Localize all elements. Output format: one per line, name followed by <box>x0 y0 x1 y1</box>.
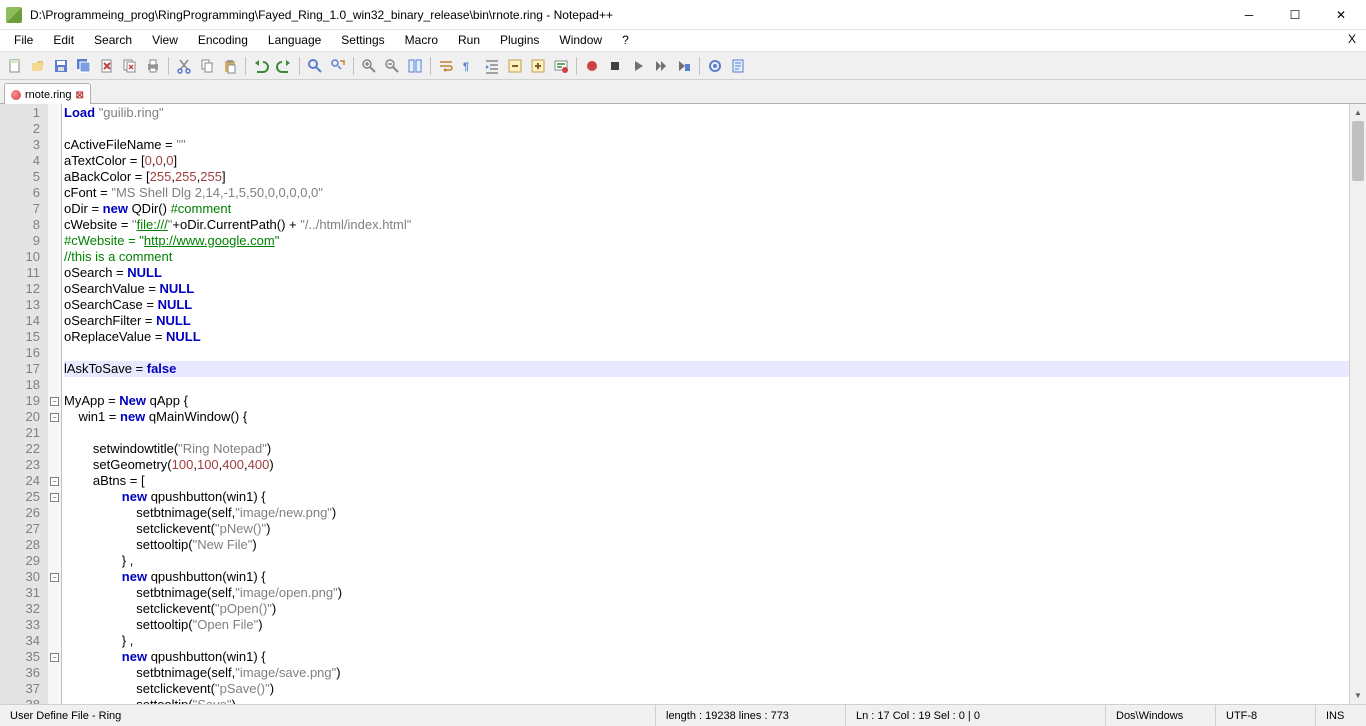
print-icon[interactable] <box>142 55 164 77</box>
fold-toggle-icon[interactable]: − <box>50 397 59 406</box>
menu-search[interactable]: Search <box>84 30 142 51</box>
menu-encoding[interactable]: Encoding <box>188 30 258 51</box>
scroll-track[interactable] <box>1350 121 1366 687</box>
fold-toggle-icon[interactable]: − <box>50 413 59 422</box>
menu-bar: File Edit Search View Encoding Language … <box>0 30 1366 52</box>
status-bar: User Define File - Ring length : 19238 l… <box>0 704 1366 726</box>
tab-modified-icon <box>11 90 21 100</box>
macro-save-icon[interactable] <box>673 55 695 77</box>
menu-close-x[interactable]: X <box>1342 30 1362 51</box>
allchars-icon[interactable]: ¶ <box>458 55 480 77</box>
status-language: User Define File - Ring <box>0 705 656 726</box>
undo-icon[interactable] <box>250 55 272 77</box>
indent-icon[interactable] <box>481 55 503 77</box>
scroll-thumb[interactable] <box>1352 121 1364 181</box>
status-encoding: UTF-8 <box>1216 705 1316 726</box>
fold-icon[interactable] <box>504 55 526 77</box>
scroll-up-icon[interactable]: ▲ <box>1350 104 1366 121</box>
fold-toggle-icon[interactable]: − <box>50 653 59 662</box>
macro-multi-icon[interactable] <box>650 55 672 77</box>
tab-close-icon[interactable]: ⊠ <box>75 90 83 101</box>
menu-edit[interactable]: Edit <box>43 30 84 51</box>
tab-rnote[interactable]: rnote.ring ⊠ <box>4 83 91 104</box>
fold-toggle-icon[interactable]: − <box>50 477 59 486</box>
menu-macro[interactable]: Macro <box>395 30 448 51</box>
maximize-button[interactable]: ☐ <box>1272 0 1318 30</box>
toolbar: ¶ <box>0 52 1366 80</box>
tab-bar: rnote.ring ⊠ <box>0 80 1366 104</box>
code-area[interactable]: Load "guilib.ring"cActiveFileName = ""aT… <box>62 104 1349 704</box>
doc-map-icon[interactable] <box>727 55 749 77</box>
sync-icon[interactable] <box>404 55 426 77</box>
menu-run[interactable]: Run <box>448 30 490 51</box>
fold-toggle-icon[interactable]: − <box>50 573 59 582</box>
scroll-down-icon[interactable]: ▼ <box>1350 687 1366 704</box>
toolbar-separator <box>430 57 431 75</box>
replace-icon[interactable] <box>327 55 349 77</box>
find-icon[interactable] <box>304 55 326 77</box>
app-icon <box>6 7 22 23</box>
macro-stop-icon[interactable] <box>604 55 626 77</box>
editor[interactable]: 1234567891011121314151617181920212223242… <box>0 104 1366 704</box>
save-icon[interactable] <box>50 55 72 77</box>
zoom-in-icon[interactable] <box>358 55 380 77</box>
toolbar-separator <box>299 57 300 75</box>
close-icon[interactable] <box>96 55 118 77</box>
toolbar-separator <box>353 57 354 75</box>
window-title: D:\Programmeing_prog\RingProgramming\Fay… <box>28 8 1226 22</box>
menu-view[interactable]: View <box>142 30 188 51</box>
comment-icon[interactable] <box>550 55 572 77</box>
open-icon[interactable] <box>27 55 49 77</box>
paste-icon[interactable] <box>219 55 241 77</box>
macro-play-icon[interactable] <box>627 55 649 77</box>
menu-plugins[interactable]: Plugins <box>490 30 549 51</box>
svg-text:¶: ¶ <box>463 61 469 73</box>
toolbar-separator <box>576 57 577 75</box>
copy-icon[interactable] <box>196 55 218 77</box>
status-length: length : 19238 lines : 773 <box>656 705 846 726</box>
menu-window[interactable]: Window <box>549 30 612 51</box>
toolbar-separator <box>699 57 700 75</box>
fold-toggle-icon[interactable]: − <box>50 493 59 502</box>
close-button[interactable]: ✕ <box>1318 0 1364 30</box>
toolbar-separator <box>168 57 169 75</box>
menu-help[interactable]: ? <box>612 30 639 51</box>
status-eol: Dos\Windows <box>1106 705 1216 726</box>
macro-rec-icon[interactable] <box>581 55 603 77</box>
close-all-icon[interactable] <box>119 55 141 77</box>
menu-file[interactable]: File <box>4 30 43 51</box>
toolbar-separator <box>245 57 246 75</box>
minimize-button[interactable]: ─ <box>1226 0 1272 30</box>
wordwrap-icon[interactable] <box>435 55 457 77</box>
cut-icon[interactable] <box>173 55 195 77</box>
tab-label: rnote.ring <box>25 89 71 101</box>
menu-language[interactable]: Language <box>258 30 331 51</box>
menu-settings[interactable]: Settings <box>331 30 394 51</box>
save-all-icon[interactable] <box>73 55 95 77</box>
status-insert-mode: INS <box>1316 705 1366 726</box>
line-number-gutter: 1234567891011121314151617181920212223242… <box>0 104 48 704</box>
redo-icon[interactable] <box>273 55 295 77</box>
status-position: Ln : 17 Col : 19 Sel : 0 | 0 <box>846 705 1106 726</box>
unfold-icon[interactable] <box>527 55 549 77</box>
zoom-out-icon[interactable] <box>381 55 403 77</box>
fold-gutter: − − − − − − <box>48 104 62 704</box>
new-icon[interactable] <box>4 55 26 77</box>
title-bar: D:\Programmeing_prog\RingProgramming\Fay… <box>0 0 1366 30</box>
monitoring-icon[interactable] <box>704 55 726 77</box>
vertical-scrollbar[interactable]: ▲ ▼ <box>1349 104 1366 704</box>
